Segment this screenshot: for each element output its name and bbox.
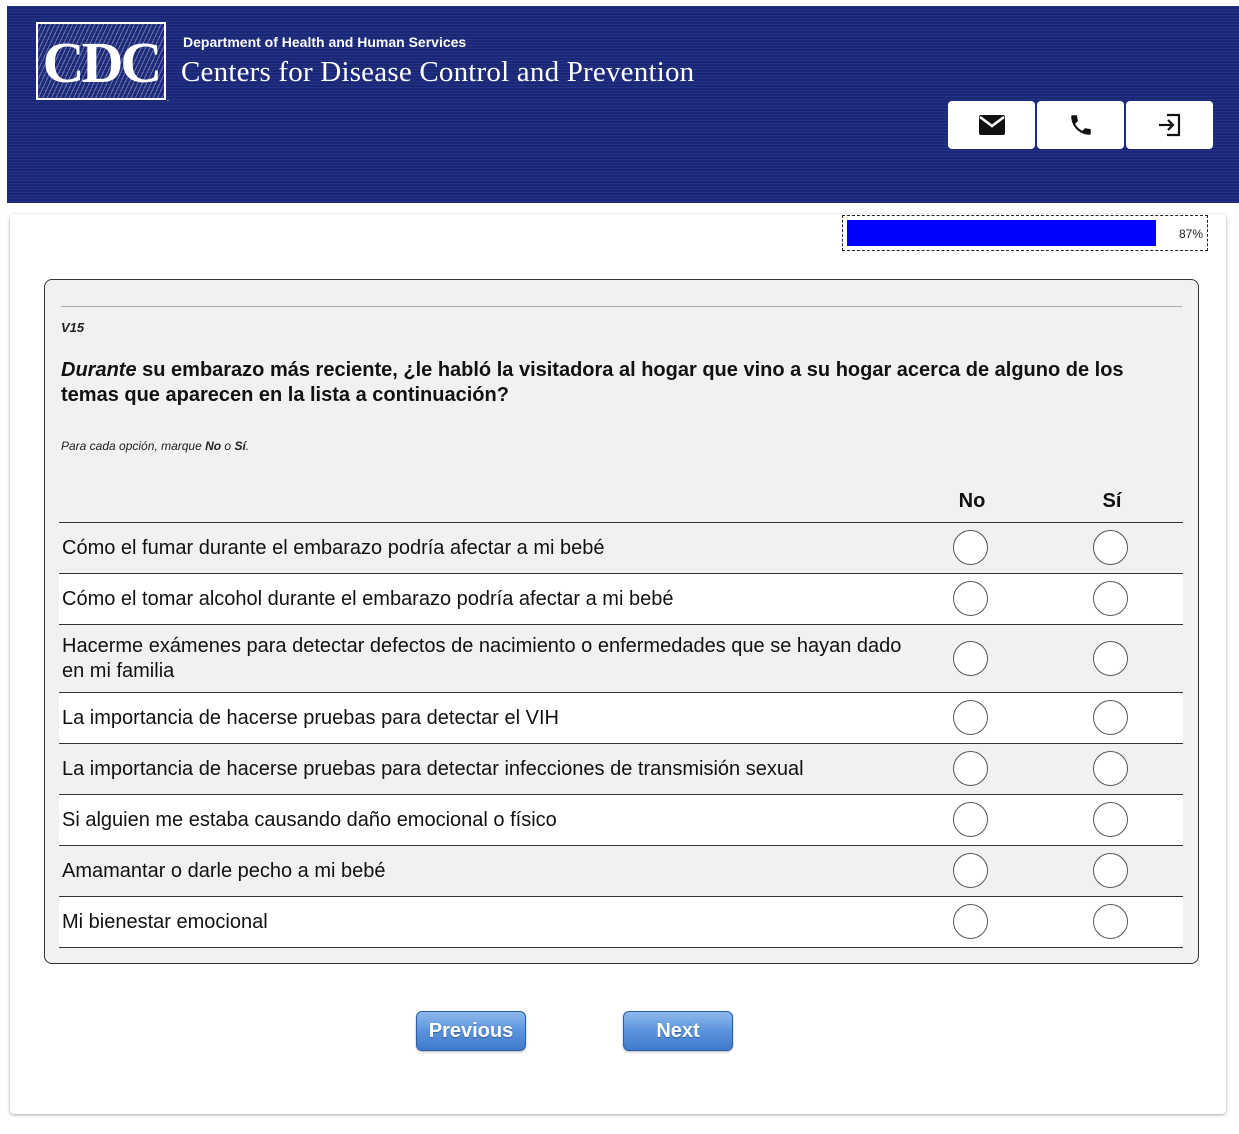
question-emphasis: Durante: [61, 359, 137, 381]
mail-icon: [978, 115, 1005, 135]
table-row: La importancia de hacerse pruebas para d…: [59, 692, 1183, 743]
table-row: Cómo el tomar alcohol durante el embaraz…: [59, 573, 1183, 624]
logo-trademark: .: [167, 94, 169, 103]
exit-icon: [1158, 113, 1180, 137]
instruction-no: No: [205, 439, 222, 453]
question-panel: V15 Durante su embarazo más reciente, ¿l…: [44, 279, 1199, 964]
progress-label: 87%: [1178, 227, 1203, 241]
radio-si[interactable]: [1093, 530, 1128, 565]
header-actions: [948, 101, 1213, 149]
column-header-no: No: [958, 490, 986, 512]
table-row: Si alguien me estaba causando daño emoci…: [59, 794, 1183, 845]
radio-no[interactable]: [953, 530, 988, 565]
radio-no[interactable]: [953, 640, 988, 676]
instruction-prefix: Para cada opción, marque: [61, 439, 206, 453]
instruction-suffix: .: [245, 439, 250, 453]
radio-no[interactable]: [953, 581, 988, 616]
response-grid: Cómo el fumar durante el embarazo podría…: [59, 522, 1183, 948]
cdc-logo-text: CDC: [43, 30, 160, 95]
radio-si[interactable]: [1093, 751, 1128, 786]
question-text: Durante su embarazo más reciente, ¿le ha…: [61, 358, 1186, 408]
instruction-mid: o: [221, 439, 235, 453]
radio-si[interactable]: [1093, 904, 1128, 939]
radio-no[interactable]: [953, 904, 988, 939]
progress-bar: 87%: [842, 215, 1208, 251]
next-button[interactable]: Next: [623, 1011, 733, 1051]
email-button[interactable]: [948, 101, 1035, 149]
item-label: Si alguien me estaba causando daño emoci…: [62, 808, 557, 831]
item-label: Amamantar o darle pecho a mi bebé: [62, 859, 386, 882]
site-header: CDC . Department of Health and Human Ser…: [7, 6, 1239, 203]
table-row: Cómo el fumar durante el embarazo podría…: [59, 522, 1183, 573]
item-label: Cómo el fumar durante el embarazo podría…: [62, 536, 605, 559]
organization-name: Centers for Disease Control and Preventi…: [181, 56, 695, 88]
item-label: La importancia de hacerse pruebas para d…: [62, 757, 804, 780]
radio-si[interactable]: [1093, 802, 1128, 837]
radio-si[interactable]: [1093, 581, 1128, 616]
instruction-si: Sí: [234, 439, 246, 453]
item-label: Hacerme exámenes para detectar defectos …: [62, 634, 902, 682]
department-name: Department of Health and Human Services: [183, 34, 467, 50]
radio-si[interactable]: [1093, 853, 1128, 888]
table-row: Hacerme exámenes para detectar defectos …: [59, 624, 1183, 692]
progress-fill: [847, 220, 1156, 246]
radio-si[interactable]: [1093, 700, 1128, 735]
cdc-logo: CDC: [36, 22, 166, 100]
item-label: Cómo el tomar alcohol durante el embaraz…: [62, 587, 674, 610]
item-label: Mi bienestar emocional: [62, 910, 268, 933]
question-id: V15: [61, 320, 85, 335]
table-row: Amamantar o darle pecho a mi bebé: [59, 845, 1183, 896]
phone-button[interactable]: [1037, 101, 1124, 149]
item-label: La importancia de hacerse pruebas para d…: [62, 706, 559, 729]
radio-si[interactable]: [1093, 640, 1128, 676]
question-body: su embarazo más reciente, ¿le habló la v…: [61, 359, 1124, 406]
previous-button[interactable]: Previous: [416, 1011, 526, 1051]
radio-no[interactable]: [953, 751, 988, 786]
table-row: Mi bienestar emocional: [59, 896, 1183, 948]
radio-no[interactable]: [953, 853, 988, 888]
column-header-si: Sí: [1102, 490, 1122, 512]
exit-button[interactable]: [1126, 101, 1213, 149]
radio-no[interactable]: [953, 700, 988, 735]
phone-icon: [1070, 115, 1091, 135]
divider: [61, 306, 1182, 307]
table-row: La importancia de hacerse pruebas para d…: [59, 743, 1183, 794]
radio-no[interactable]: [953, 802, 988, 837]
question-instruction: Para cada opción, marque No o Sí.: [61, 439, 249, 453]
